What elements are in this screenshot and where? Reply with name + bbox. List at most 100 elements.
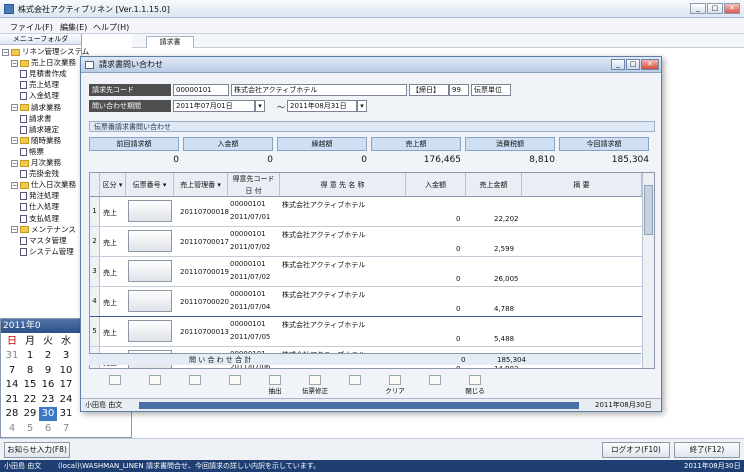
calendar-day[interactable]: 7 bbox=[57, 422, 75, 436]
calendar-day[interactable]: 16 bbox=[39, 378, 57, 392]
function-key-8[interactable]: クリア bbox=[375, 375, 415, 397]
tree-item[interactable]: 見積書作成 bbox=[20, 68, 67, 79]
tree-collapse-icon[interactable]: − bbox=[11, 104, 18, 111]
table-row[interactable]: 5 売上 20110700013 00000101 2011/07/05 株式会社アクティ… bbox=[90, 317, 642, 347]
calendar-day[interactable]: 17 bbox=[57, 378, 75, 392]
table-row[interactable]: 3 売上 20110700019 00000101 2011/07/02 株式会社アクティ… bbox=[90, 257, 642, 287]
grid-header-type[interactable]: 区分 ▾ bbox=[100, 173, 126, 197]
tree-item[interactable]: マスタ管理 bbox=[20, 235, 67, 246]
tree-collapse-icon[interactable]: − bbox=[11, 59, 18, 67]
tree-item[interactable]: − 請求業務 bbox=[11, 102, 61, 113]
maximize-button[interactable]: □ bbox=[707, 3, 723, 14]
calendar-weekday: 水 bbox=[61, 336, 71, 347]
date-to-dropdown[interactable]: ▾ bbox=[357, 100, 367, 112]
tree-item[interactable]: 帳票 bbox=[20, 146, 44, 157]
tree-item[interactable]: 入金処理 bbox=[20, 90, 59, 101]
function-key-3[interactable] bbox=[175, 375, 215, 397]
calendar-day[interactable]: 23 bbox=[39, 393, 57, 407]
function-key-4[interactable] bbox=[215, 375, 255, 397]
calendar-day[interactable]: 22 bbox=[21, 393, 39, 407]
tree-collapse-icon[interactable]: − bbox=[11, 137, 18, 145]
calendar-day[interactable]: 29 bbox=[21, 407, 39, 421]
calendar-day[interactable]: 6 bbox=[39, 422, 57, 436]
date-to-field[interactable]: 2011年08月31日 bbox=[287, 100, 357, 112]
logoff-button[interactable]: ログオフ(F10) bbox=[602, 442, 670, 458]
tree-collapse-icon[interactable]: − bbox=[11, 159, 18, 167]
tree-item[interactable]: 売上処理 bbox=[20, 79, 59, 90]
grid-header-deposit[interactable]: 入金額 bbox=[406, 173, 466, 197]
calendar-day[interactable]: 4 bbox=[3, 422, 21, 436]
calendar-day[interactable]: 7 bbox=[3, 364, 21, 378]
tree-item[interactable]: − 随時業務 bbox=[11, 135, 61, 146]
menu-file[interactable]: ファイル(F) bbox=[10, 22, 53, 33]
slip-no-button[interactable] bbox=[128, 290, 172, 312]
function-key-7[interactable] bbox=[335, 375, 375, 397]
slip-no-button[interactable] bbox=[128, 230, 172, 252]
calendar-day[interactable]: 31 bbox=[3, 349, 21, 363]
calendar-day[interactable]: 24 bbox=[57, 393, 75, 407]
scrollbar-thumb[interactable] bbox=[644, 185, 653, 235]
calendar-day[interactable]: 3 bbox=[57, 349, 75, 363]
date-from-dropdown[interactable]: ▾ bbox=[255, 100, 265, 112]
calendar-day[interactable]: 1 bbox=[21, 349, 39, 363]
notice-input-button[interactable]: お知らせ入力(F8) bbox=[4, 442, 70, 458]
slip-no-button[interactable] bbox=[128, 260, 172, 282]
close-button[interactable]: ✕ bbox=[724, 3, 740, 14]
grid-header-cust-code[interactable]: 得意先コード日 付 bbox=[228, 173, 280, 197]
table-row[interactable]: 1 売上 20110700018 00000101 2011/07/01 株式会社アクティ… bbox=[90, 197, 642, 227]
dialog-close-button[interactable]: ✕ bbox=[641, 59, 659, 70]
function-key-10[interactable]: 閉じる bbox=[455, 375, 495, 397]
tree-item[interactable]: − リネン管理システム bbox=[2, 46, 89, 57]
tree-item[interactable]: − 月次業務 bbox=[11, 157, 61, 168]
tree-item[interactable]: 仕入処理 bbox=[20, 201, 59, 212]
tree-item[interactable]: システム管理 bbox=[20, 246, 74, 257]
slip-no-button[interactable] bbox=[128, 200, 172, 222]
calendar-day[interactable]: 15 bbox=[21, 378, 39, 392]
tree-item[interactable]: 請求確定 bbox=[20, 124, 59, 135]
function-key-icon bbox=[229, 375, 241, 385]
calendar-day[interactable]: 2 bbox=[39, 349, 57, 363]
tree-item[interactable]: 発注処理 bbox=[20, 190, 59, 201]
grid-header-sales[interactable]: 売上金額 bbox=[466, 173, 522, 197]
calendar-day[interactable]: 31 bbox=[57, 407, 75, 421]
minimize-button[interactable]: _ bbox=[690, 3, 706, 14]
tab-invoice[interactable]: 請求書 bbox=[146, 36, 194, 48]
menu-help[interactable]: ヘルプ(H) bbox=[93, 22, 129, 33]
grid-vertical-scrollbar[interactable] bbox=[642, 173, 654, 368]
calendar-day[interactable]: 28 bbox=[3, 407, 21, 421]
tree-item[interactable]: − 仕入日次業務 bbox=[11, 179, 76, 190]
table-row[interactable]: 2 売上 20110700017 00000101 2011/07/02 株式会社アクティ… bbox=[90, 227, 642, 257]
calendar-day[interactable]: 14 bbox=[3, 378, 21, 392]
grid-header-sales-no[interactable]: 売上管理番 ▾ bbox=[174, 173, 228, 197]
function-key-1[interactable] bbox=[95, 375, 135, 397]
tree-collapse-icon[interactable]: − bbox=[2, 48, 9, 56]
exit-button[interactable]: 終了(F12) bbox=[674, 442, 740, 458]
grid-header-cust-name[interactable]: 得 意 先 名 称 bbox=[280, 173, 406, 197]
function-key-6[interactable]: 伝票修正 bbox=[295, 375, 335, 397]
calendar-day[interactable]: 21 bbox=[3, 393, 21, 407]
tree-item[interactable]: − メンテナンス bbox=[11, 224, 76, 235]
menu-edit[interactable]: 編集(E) bbox=[60, 22, 87, 33]
dialog-maximize-button[interactable]: □ bbox=[626, 59, 640, 70]
function-key-9[interactable] bbox=[415, 375, 455, 397]
customer-code-field[interactable]: 00000101 bbox=[173, 84, 229, 96]
calendar-day[interactable]: 9 bbox=[39, 364, 57, 378]
slip-no-button[interactable] bbox=[128, 320, 172, 342]
tree-item[interactable]: 売掛金残 bbox=[20, 168, 59, 179]
grid-header-memo[interactable]: 摘 要 bbox=[522, 173, 642, 197]
grid-header-slip-no[interactable]: 伝票番号 ▾ bbox=[126, 173, 174, 197]
tree-collapse-icon[interactable]: − bbox=[11, 181, 18, 189]
calendar-day[interactable]: 10 bbox=[57, 364, 75, 378]
tree-item[interactable]: − 売上日次業務 bbox=[11, 57, 76, 68]
tree-item[interactable]: 支払処理 bbox=[20, 213, 59, 224]
calendar-day[interactable]: 30 bbox=[39, 407, 57, 421]
calendar-day[interactable]: 5 bbox=[21, 422, 39, 436]
dialog-minimize-button[interactable]: _ bbox=[611, 59, 625, 70]
tree-item[interactable]: 請求書 bbox=[20, 113, 52, 124]
function-key-2[interactable] bbox=[135, 375, 175, 397]
date-from-field[interactable]: 2011年07月01日 bbox=[173, 100, 255, 112]
function-key-5[interactable]: 抽出 bbox=[255, 375, 295, 397]
calendar-day[interactable]: 8 bbox=[21, 364, 39, 378]
tree-collapse-icon[interactable]: − bbox=[11, 226, 18, 234]
table-row[interactable]: 4 売上 20110700020 00000101 2011/07/04 株式会社アクティ… bbox=[90, 287, 642, 317]
